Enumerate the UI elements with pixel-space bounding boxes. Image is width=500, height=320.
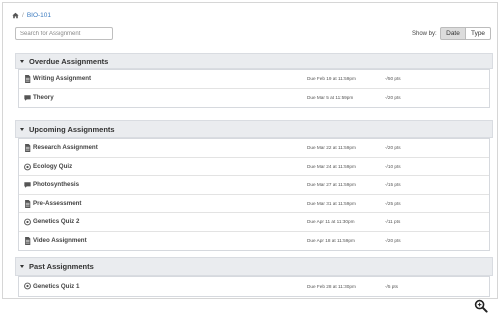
caret-down-icon [20,265,24,268]
assignment-row[interactable]: Research Assignment Due Mar 22 at 11:59p… [19,139,489,158]
assignment-name[interactable]: Video Assignment [33,237,87,244]
assignment-row[interactable]: Genetics Quiz 1 Due Feb 28 at 11:30pm -/… [19,277,489,296]
zoom-icon[interactable] [474,299,488,313]
assignment-name[interactable]: Writing Assignment [33,75,91,82]
group-list-upcoming: Research Assignment Due Mar 22 at 11:59p… [18,138,490,251]
group-header-past[interactable]: Past Assignments [15,257,493,276]
group-list-overdue: Writing Assignment Due Feb 19 at 11:59pm… [18,69,490,108]
assignment-due: Due Feb 28 at 11:30pm [307,283,356,289]
assignment-due: Due Mar 24 at 11:59pm [307,163,356,169]
breadcrumb-course-link[interactable]: BIO-101 [27,12,51,19]
assignment-name[interactable]: Research Assignment [33,144,98,151]
group-title: Overdue Assignments [29,56,109,66]
show-by-label: Show by: [412,31,437,37]
assignment-points: -/5 pts [385,283,399,289]
assignment-points: -/20 pts [385,95,401,101]
breadcrumb: / BIO-101 [12,9,51,21]
document-icon [25,75,31,83]
assignment-due: Due Apr 11 at 11:30pm [307,219,355,225]
assignment-due: Due Mar 27 at 11:59pm [307,182,356,188]
assignment-name[interactable]: Pre-Assessment [33,200,82,207]
assignment-row[interactable]: Photosynthesis Due Mar 27 at 11:59pm -/1… [19,176,489,195]
assignments-panel: / BIO-101 Show by: Date Type Overdue Ass… [2,2,498,299]
group-title: Past Assignments [29,262,94,271]
show-by-date-button[interactable]: Date [440,27,466,40]
assignment-row[interactable]: Writing Assignment Due Feb 19 at 11:59pm… [19,70,489,89]
search-input[interactable] [15,27,113,40]
assignment-name[interactable]: Ecology Quiz [33,163,72,170]
assignment-name[interactable]: Photosynthesis [33,181,79,188]
caret-down-icon [20,59,24,63]
document-icon [25,199,31,208]
document-icon [25,236,31,245]
assignment-points: -/11 pts [385,219,401,225]
assignment-row[interactable]: Theory Due Mar 5 at 11:59pm -/20 pts [19,89,489,108]
assignment-name[interactable]: Theory [33,94,54,101]
document-icon [25,144,31,152]
group-header-overdue[interactable]: Overdue Assignments [15,53,493,69]
quiz-icon [24,282,31,290]
assignment-row[interactable]: Pre-Assessment Due Mar 31 at 11:59pm -/2… [19,195,489,213]
assignment-name[interactable]: Genetics Quiz 1 [33,283,79,290]
assignment-due: Due Mar 5 at 11:59pm [307,95,354,101]
group-list-past: Genetics Quiz 1 Due Feb 28 at 11:30pm -/… [18,276,490,297]
assignment-points: -/20 pts [385,145,401,151]
breadcrumb-separator: / [22,11,24,19]
home-icon[interactable] [12,12,19,19]
assignment-due: Due Apr 18 at 11:59pm [307,238,355,244]
assignment-points: -/25 pts [385,200,401,206]
assignment-due: Due Feb 19 at 11:59pm [307,76,356,82]
quiz-icon [24,163,31,170]
quiz-icon [24,218,31,226]
assignment-points: -/50 pts [385,76,401,82]
group-header-upcoming[interactable]: Upcoming Assignments [15,120,493,138]
assignment-points: -/15 pts [385,182,401,188]
assignment-due: Due Mar 22 at 11:59pm [307,145,356,151]
show-by-type-button[interactable]: Type [466,27,491,40]
assignment-row[interactable]: Video Assignment Due Apr 18 at 11:59pm -… [19,232,489,251]
show-by-toggle: Date Type [440,27,491,40]
assignment-row[interactable]: Genetics Quiz 2 Due Apr 11 at 11:30pm -/… [19,213,489,232]
assignment-name[interactable]: Genetics Quiz 2 [33,218,79,225]
discussion-icon [24,94,31,101]
discussion-icon [24,182,31,188]
assignment-points: -/10 pts [385,163,401,169]
assignment-points: -/20 pts [385,238,401,244]
group-title: Upcoming Assignments [29,124,115,134]
caret-down-icon [20,127,24,131]
assignment-due: Due Mar 31 at 11:59pm [307,200,356,206]
assignment-row[interactable]: Ecology Quiz Due Mar 24 at 11:59pm -/10 … [19,158,489,176]
